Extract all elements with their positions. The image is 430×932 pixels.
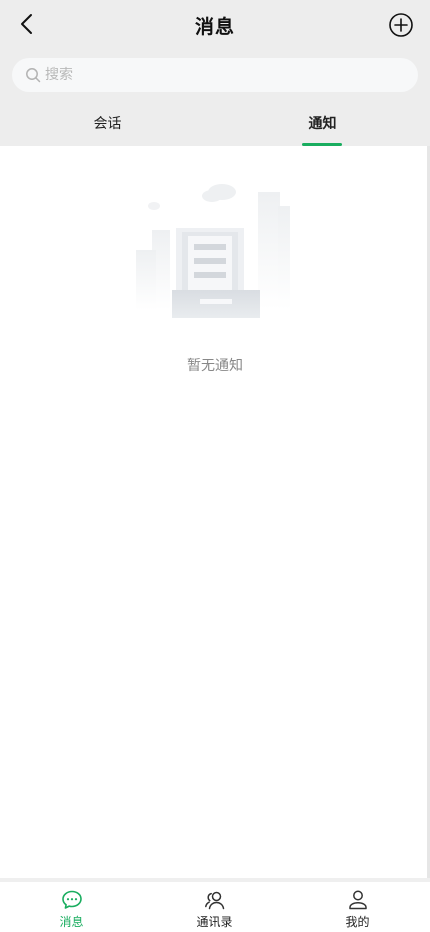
empty-inbox-illustration [136,184,290,318]
profile-icon [349,890,367,910]
search-bar[interactable] [12,58,418,92]
bottom-tab-bar: 消息 通讯录 我的 [0,878,430,932]
empty-state-text: 暂无通知 [187,358,243,374]
bottom-tab-label: 我的 [345,915,370,929]
tab-bar: 会话 通知 [0,106,430,146]
bottom-tab-contacts[interactable]: 通讯录 [143,882,286,932]
plus-circle-icon [389,13,413,37]
navbar: 消息 [0,0,430,50]
search-input[interactable] [45,58,405,92]
page-title: 消息 [194,16,235,38]
tab-label: 会话 [93,116,122,132]
bottom-tab-label: 消息 [59,915,84,929]
tab-label: 通知 [308,116,337,132]
bottom-tab-profile[interactable]: 我的 [286,882,429,932]
active-tab-indicator [302,143,342,146]
bottom-tab-label: 通讯录 [196,915,233,929]
search-icon [26,68,41,83]
tab-conversations[interactable]: 会话 [0,106,215,146]
bottom-tab-messages[interactable]: 消息 [0,882,143,932]
tab-notifications[interactable]: 通知 [215,106,430,146]
add-button[interactable] [388,12,414,38]
header-area: 消息 会话 通知 [0,0,430,146]
contacts-icon [205,891,225,910]
chat-bubble-icon [62,890,82,909]
